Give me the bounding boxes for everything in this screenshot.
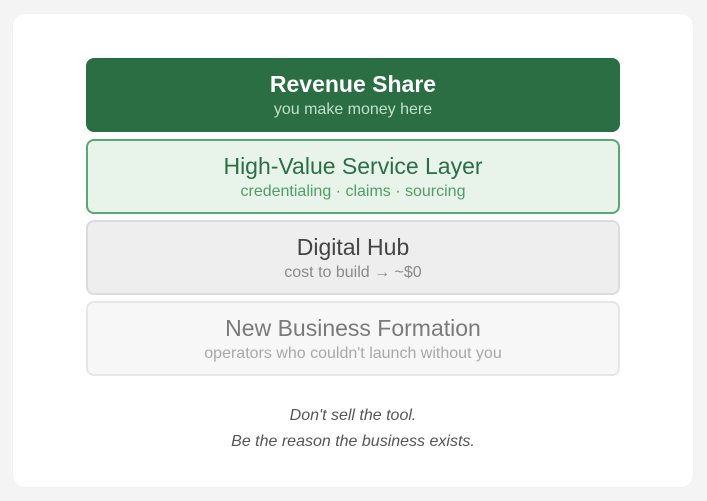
layer-title: New Business Formation — [225, 314, 481, 341]
layer-revenue-share: Revenue Share you make money here — [86, 58, 620, 132]
layer-subtitle: operators who couldn't launch without yo… — [204, 344, 502, 362]
layer-subtitle: credentialing · claims · sourcing — [240, 182, 466, 200]
layer-title: High-Value Service Layer — [223, 152, 483, 179]
layer-title: Digital Hub — [296, 233, 410, 260]
layer-service: High-Value Service Layer credentialing ·… — [86, 139, 620, 214]
diagram-card: Revenue Share you make money here High-V… — [13, 14, 693, 487]
layer-subtitle: cost to build → ~$0 — [284, 263, 422, 281]
layer-subtitle: you make money here — [273, 101, 433, 118]
layer-digital-hub: Digital Hub cost to build → ~$0 — [86, 220, 620, 295]
tagline-line-1: Don't sell the tool. — [289, 407, 417, 424]
layer-title: Revenue Share — [269, 71, 437, 97]
tagline-line-2: Be the reason the business exists. — [231, 433, 475, 450]
layer-new-business: New Business Formation operators who cou… — [86, 301, 620, 376]
